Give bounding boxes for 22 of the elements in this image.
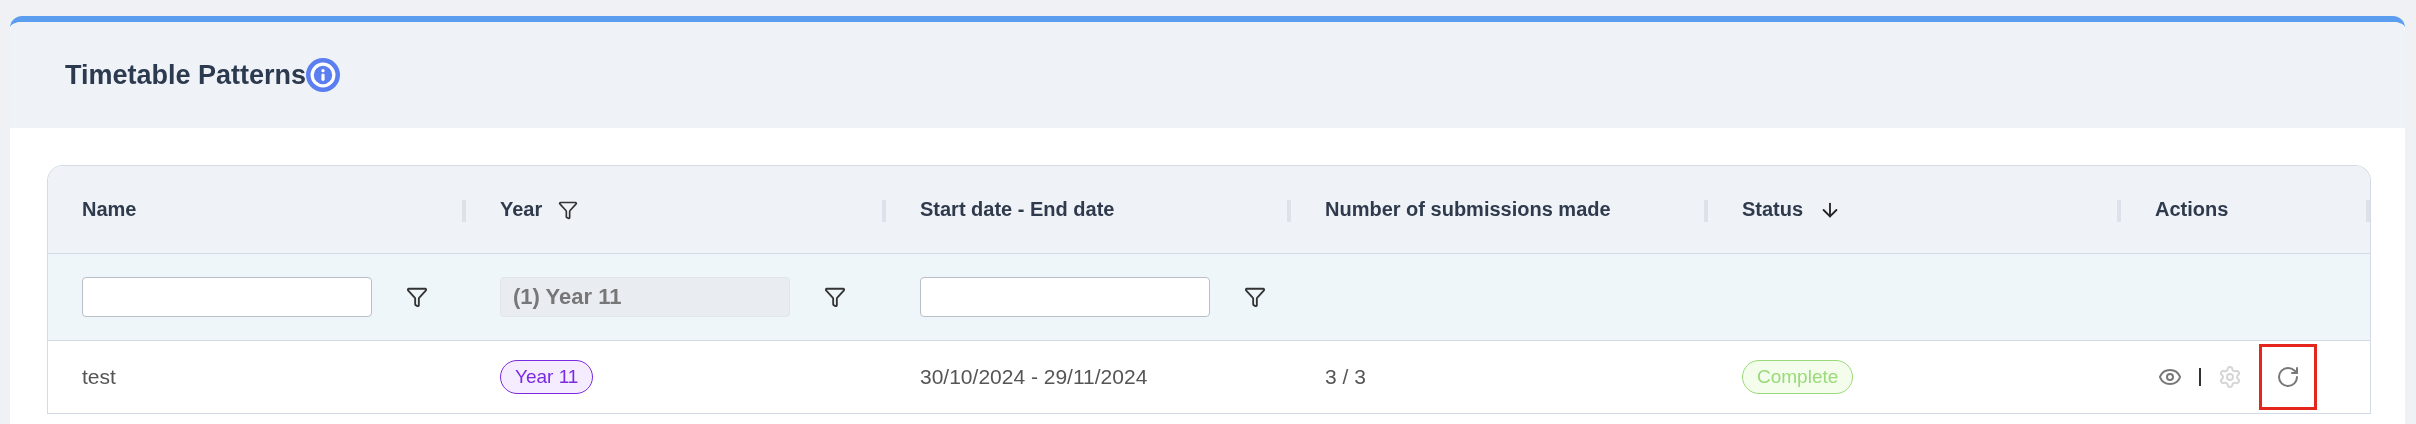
filter-icon[interactable]	[406, 286, 428, 308]
column-header[interactable]: Year	[500, 198, 543, 221]
column-header[interactable]: Number of submissions made	[1325, 198, 1611, 221]
table-cell-text: 3 / 3	[1324, 365, 1367, 389]
column-header[interactable]: Status	[1742, 198, 1804, 221]
refresh-button[interactable]	[2259, 344, 2317, 410]
table-cell-text: 30/10/2024 - 29/11/2024	[919, 365, 1149, 389]
status-tag: Complete	[1742, 360, 1854, 394]
column-header[interactable]: Name	[82, 198, 137, 221]
column-header[interactable]: Start date - End date	[920, 198, 1115, 221]
gear-icon	[2218, 365, 2242, 389]
filter-icon[interactable]	[1244, 286, 1266, 308]
page-title: Timetable Patterns	[65, 59, 307, 91]
info-icon[interactable]	[306, 58, 341, 92]
filter-icon[interactable]	[558, 199, 579, 220]
filter-field[interactable]	[82, 277, 372, 317]
filter-field[interactable]	[920, 277, 1210, 317]
filter-icon[interactable]	[824, 286, 846, 308]
refresh-icon	[2276, 365, 2300, 389]
table-cell-text: test	[81, 365, 117, 389]
column-header[interactable]: Actions	[2155, 198, 2229, 221]
year-tag: Year 11	[500, 360, 594, 394]
